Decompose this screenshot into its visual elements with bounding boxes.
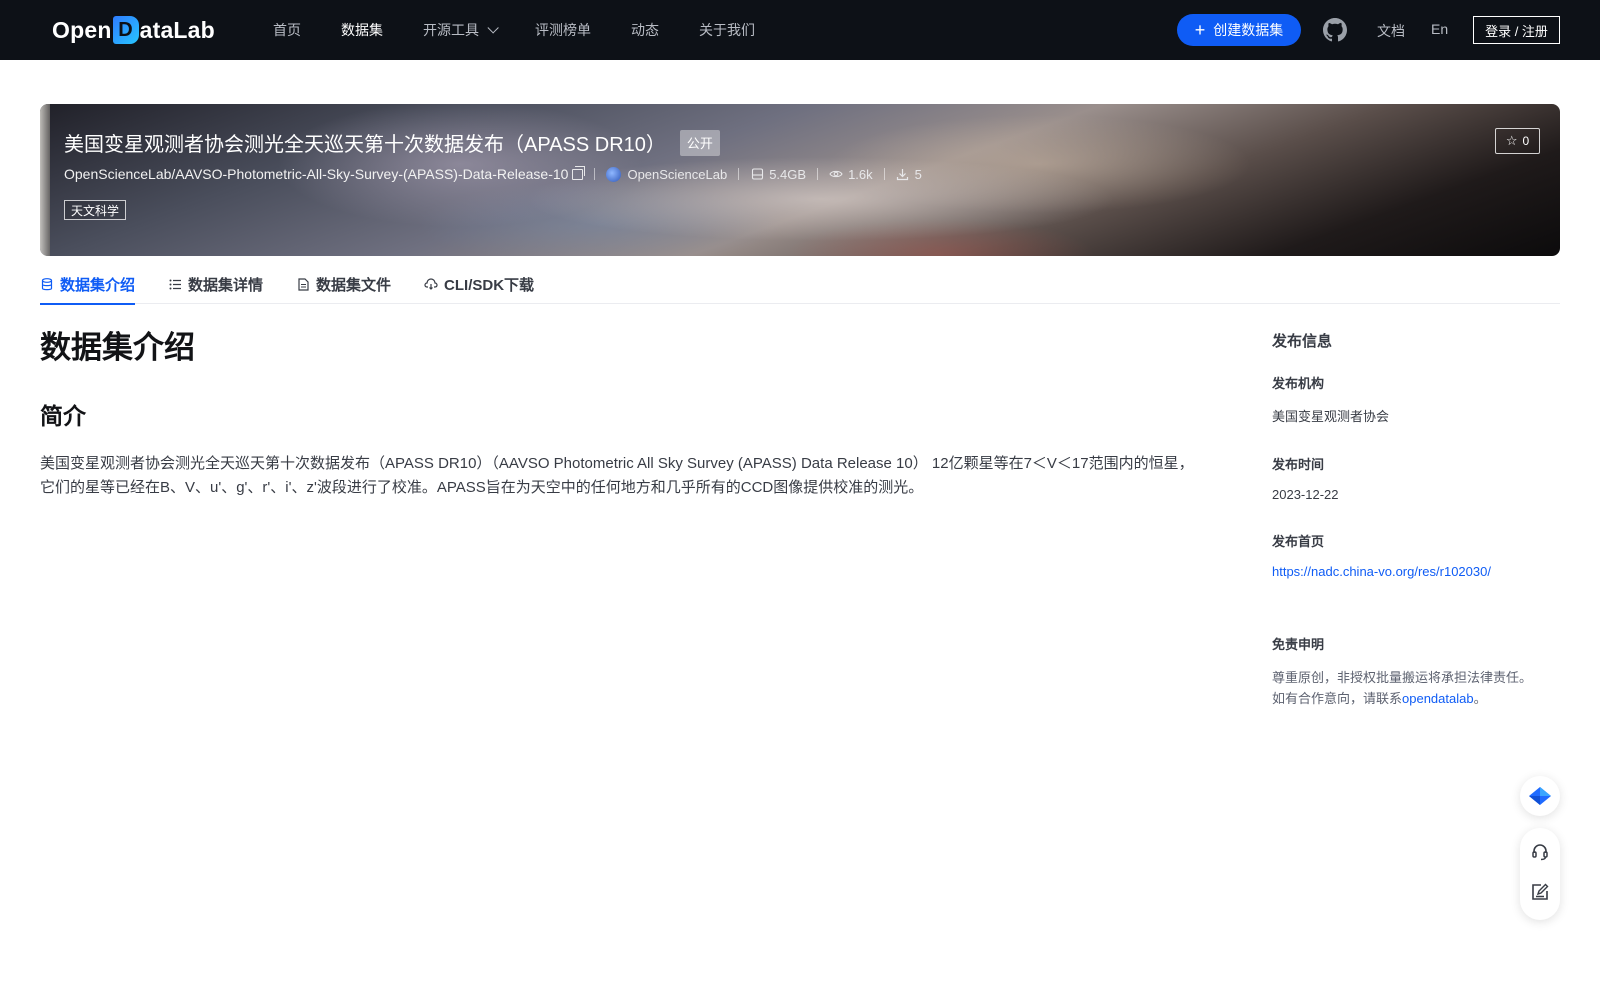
top-navbar: Open D ataLab 首页 数据集 开源工具 评测榜单 动态 关于我们 +… xyxy=(0,0,1600,60)
publish-homepage-label: 发布首页 xyxy=(1272,534,1325,549)
database-icon xyxy=(40,277,54,291)
dataset-size: 5.4GB xyxy=(769,166,807,182)
logo-text-atalab: ataLab xyxy=(139,16,215,43)
disclaimer-label: 免责申明 xyxy=(1272,637,1325,652)
nav-open-tools-label: 开源工具 xyxy=(423,22,479,38)
publish-info-sidebar: 发布信息 发布机构 美国变星观测者协会 发布时间 2023-12-22 发布首页… xyxy=(1272,330,1572,709)
tag-astronomy[interactable]: 天文科学 xyxy=(64,200,127,220)
disclaimer-line-1: 尊重原创，非授权批量搬运将承担法律责任。 xyxy=(1272,670,1533,685)
dataset-title: 美国变星观测者协会测光全天巡天第十次数据发布（APASS DR10） xyxy=(64,134,666,156)
language-switch[interactable]: En xyxy=(1431,21,1448,37)
org-avatar[interactable] xyxy=(606,166,622,182)
github-icon[interactable] xyxy=(1323,18,1347,42)
view-count: 1.6k xyxy=(848,166,873,182)
tab-cli-sdk[interactable]: CLI/SDK下载 xyxy=(424,264,534,304)
contact-opendatalab-link[interactable]: opendatalab xyxy=(1402,691,1474,706)
org-name[interactable]: OpenScienceLab xyxy=(627,167,727,182)
tab-introduction[interactable]: 数据集介绍 xyxy=(40,264,136,305)
publish-homepage-link[interactable]: https://nadc.china-vo.org/res/r102030/ xyxy=(1272,564,1572,579)
opendatalab-logo[interactable]: Open D ataLab xyxy=(52,14,215,46)
star-icon: ☆ xyxy=(1505,133,1518,148)
visibility-badge: 公开 xyxy=(679,129,720,156)
dataset-slug: OpenScienceLab/AAVSO-Photometric-All-Sky… xyxy=(64,166,569,182)
banner-edge-decoration xyxy=(40,104,50,256)
meta-divider xyxy=(738,168,740,180)
publisher-label: 发布机构 xyxy=(1272,376,1325,391)
list-icon xyxy=(168,277,182,291)
download-icon xyxy=(896,167,910,181)
publish-time-value: 2023-12-22 xyxy=(1272,487,1339,502)
feedback-edit-icon[interactable] xyxy=(1530,882,1550,902)
nav-docs[interactable]: 文档 xyxy=(1377,21,1405,41)
assistant-floating-button[interactable] xyxy=(1520,776,1560,816)
logo-d-mark: D xyxy=(112,16,139,44)
chevron-down-icon xyxy=(487,22,499,34)
tab-introduction-label: 数据集介绍 xyxy=(60,276,136,294)
nav-news[interactable]: 动态 xyxy=(631,20,659,40)
tab-files-label: 数据集文件 xyxy=(316,276,392,294)
meta-divider xyxy=(594,168,596,180)
floating-toolbar xyxy=(1520,828,1560,920)
nav-datasets[interactable]: 数据集 xyxy=(341,20,383,40)
dataset-meta-row: OpenScienceLab/AAVSO-Photometric-All-Sky… xyxy=(64,165,922,182)
meta-divider xyxy=(883,168,885,180)
cloud-download-icon xyxy=(424,277,438,291)
storage-icon xyxy=(750,167,764,181)
headset-icon[interactable] xyxy=(1530,842,1550,862)
eye-icon xyxy=(829,167,843,181)
file-icon xyxy=(296,277,310,291)
dataset-introduction-content: 数据集介绍 简介 美国变星观测者协会测光全天巡天第十次数据发布（APASS DR… xyxy=(40,330,1200,500)
nav-about[interactable]: 关于我们 xyxy=(699,20,755,40)
star-count: 0 xyxy=(1522,134,1530,148)
copy-icon[interactable] xyxy=(572,165,586,180)
star-button[interactable]: ☆ 0 xyxy=(1495,128,1540,154)
tab-details-label: 数据集详情 xyxy=(188,276,264,294)
nav-open-tools[interactable]: 开源工具 xyxy=(423,20,499,40)
nav-home[interactable]: 首页 xyxy=(273,20,301,40)
disclaimer-line-2-prefix: 如有合作意向，请联系 xyxy=(1272,691,1403,706)
nav-leaderboard[interactable]: 评测榜单 xyxy=(535,20,591,40)
tab-files[interactable]: 数据集文件 xyxy=(296,264,391,304)
download-count: 5 xyxy=(914,166,922,182)
publisher-value: 美国变星观测者协会 xyxy=(1272,409,1390,424)
tab-details[interactable]: 数据集详情 xyxy=(168,264,263,304)
login-register-button[interactable]: 登录 / 注册 xyxy=(1473,16,1560,44)
publish-info-title: 发布信息 xyxy=(1272,333,1333,350)
disclaimer-line-2: 如有合作意向，请联系opendatalab。 xyxy=(1272,688,1572,709)
dataset-tabs: 数据集介绍 数据集详情 数据集文件 CLI/SDK下载 xyxy=(40,264,1560,305)
publish-time-label: 发布时间 xyxy=(1272,457,1325,472)
summary-paragraph: 美国变星观测者协会测光全天巡天第十次数据发布（APASS DR10）（AAVSO… xyxy=(40,455,1194,496)
logo-text-open: Open xyxy=(52,16,112,43)
disclaimer-line-2-suffix: 。 xyxy=(1473,691,1487,706)
dataset-hero-banner: 美国变星观测者协会测光全天巡天第十次数据发布（APASS DR10） 公开 Op… xyxy=(40,104,1560,256)
create-dataset-label: 创建数据集 xyxy=(1213,22,1284,38)
tab-cli-sdk-label: CLI/SDK下载 xyxy=(444,276,535,294)
section-heading-summary: 简介 xyxy=(40,403,86,429)
plus-icon: + xyxy=(1194,20,1206,40)
nav-links: 首页 数据集 开源工具 评测榜单 动态 关于我们 xyxy=(273,0,795,60)
disclaimer-text: 尊重原创，非授权批量搬运将承担法律责任。 如有合作意向，请联系opendatal… xyxy=(1272,667,1572,709)
create-dataset-button[interactable]: + 创建数据集 xyxy=(1177,14,1301,46)
diamond-logo-icon xyxy=(1529,787,1551,805)
meta-divider xyxy=(817,168,819,180)
page-title: 数据集介绍 xyxy=(40,330,195,365)
dataset-title-row: 美国变星观测者协会测光全天巡天第十次数据发布（APASS DR10） 公开 xyxy=(64,128,720,157)
